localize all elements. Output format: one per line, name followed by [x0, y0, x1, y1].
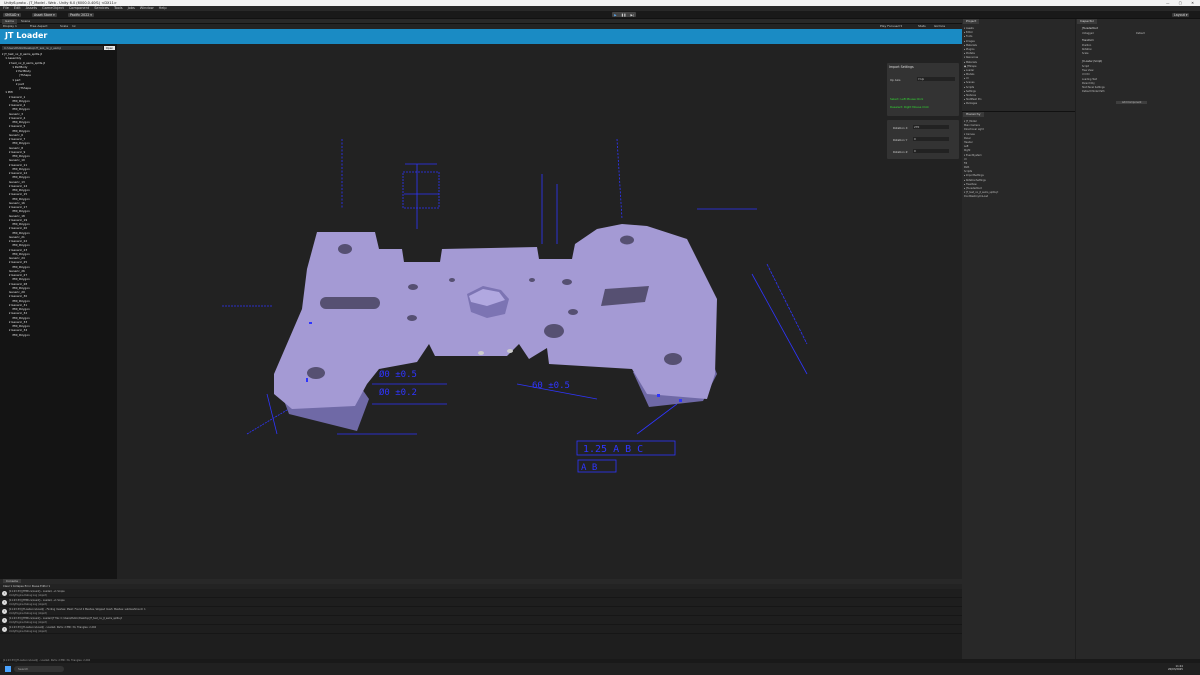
transform-header[interactable]: Transform [1082, 39, 1094, 42]
info-icon: i [2, 591, 7, 596]
tab-inspector[interactable]: Inspector [1077, 19, 1097, 24]
add-component-button[interactable]: Add Component [1116, 101, 1148, 104]
pause-icon[interactable]: ❚❚ [621, 13, 626, 17]
select-hint: Select: Left Mouse Click [890, 97, 924, 101]
editor-right-area: Project ▾ Assets ▸ Editor ▸ Fonts ▸ Imag… [962, 19, 1200, 659]
inspector-object-name[interactable]: JTLoaderRoot [1082, 27, 1098, 30]
project-panel: Project ▾ Assets ▸ Editor ▸ Fonts ▸ Imag… [962, 19, 1075, 111]
file-path-input[interactable] [2, 46, 103, 50]
rotation-y-label: Rotation Y [893, 138, 908, 142]
rotation-z-input[interactable]: 0 [913, 149, 949, 153]
rotation-x-input[interactable]: 270 [913, 125, 949, 129]
play-icon[interactable]: ▶ [614, 13, 616, 17]
tree-node[interactable]: PMI_Polygon [2, 333, 115, 337]
main-toolbar: SMSAD ▾ Asset Store ▾ Pacific 2022 ▾ Lay… [0, 11, 1200, 19]
component-header[interactable]: Jt Loader (Script) [1082, 60, 1102, 63]
tab-project[interactable]: Project [963, 19, 980, 24]
os-taskbar: Search 11:24 20/03/2025 [0, 663, 1200, 675]
step-icon[interactable]: ▶| [630, 13, 633, 17]
import-settings-panel: Import Settings Up Axis Y-Up Select: Lef… [887, 63, 959, 116]
game-view: JT Loader Open ▾ JT_test_nx_jt_asms_spli… [0, 29, 962, 579]
import-settings-title: Import Settings [889, 65, 914, 69]
inspector-tag[interactable]: Untagged [1082, 32, 1094, 35]
jt-loader-header: JT Loader [0, 29, 962, 44]
tree-item[interactable]: ▸ Packages [964, 102, 982, 106]
hierarchy-tree: ▾ JT_Model Main Camera Directional Light… [964, 120, 998, 200]
model-tree-panel: Open ▾ JT_test_nx_jt_asms_splits.jt▾ Ass… [0, 44, 117, 579]
tree-item[interactable]: DontDestroyOnLoad [964, 195, 998, 199]
play-controls: ▶ ❚❚ ▶| [612, 12, 636, 17]
asset-store-button[interactable]: Asset Store ▾ [32, 13, 57, 17]
log-row[interactable]: i [11:23:33] JTPMI.cs/Load() - Loaded, +1… [0, 598, 962, 607]
log-row[interactable]: i [11:23:33] JTPMI.cs/Load() - Loaded JT … [0, 616, 962, 625]
console-controls[interactable]: Clear ▾ Collapse Error Pause Editor ▾ [3, 585, 50, 588]
open-button[interactable]: Open [104, 46, 115, 50]
layout-dropdown[interactable]: Layout ▾ [1172, 13, 1190, 17]
rotation-y-input[interactable]: 0 [913, 137, 949, 141]
pmi-label-1: 1.25 A B C [583, 444, 643, 455]
svg-text:A B: A B [581, 463, 597, 473]
taskbar-clock: 11:24 20/03/2025 [1168, 665, 1183, 671]
info-icon: i [2, 609, 7, 614]
transform-scale: Scale [1082, 52, 1089, 55]
inspector-layer[interactable]: Default [1136, 32, 1145, 35]
pmi-label-4: 60 ±0.5 [532, 381, 570, 391]
tree-item[interactable]: Default Model Path [1082, 90, 1105, 94]
status-text: [11:23:33] JTLoader.cs/Load() - Loaded. … [3, 659, 91, 662]
tab-hierarchy[interactable]: Hierarchy [963, 112, 984, 117]
info-icon: i [2, 618, 7, 623]
log-row[interactable]: i [11:23:33] JTLoader.cs/Load() - Finding… [0, 607, 962, 616]
start-icon[interactable] [5, 666, 11, 672]
console-log: i [11:23:33] JTPMI.cs/Load() - Loaded, +1… [0, 589, 962, 659]
project-tree: ▾ Assets ▸ Editor ▸ Fonts ▸ Images ▸ Mat… [964, 27, 982, 107]
version-button[interactable]: Pacific 2022 ▾ [68, 13, 94, 17]
taskbar-search[interactable]: Search [14, 666, 64, 672]
rotation-panel: Rotation X 270 Rotation Y 0 Rotation Z 0 [887, 120, 959, 159]
3d-viewport[interactable]: 1.25 A B C A B Ø0 ±0.5 Ø0 ±0.2 60 ±0.5 I… [117, 44, 962, 579]
up-axis-dropdown[interactable]: Y-Up [917, 77, 955, 81]
jt-loader-title: JT Loader [5, 31, 48, 40]
up-axis-label: Up Axis [890, 78, 901, 82]
clock-date: 20/03/2025 [1168, 668, 1183, 671]
rotation-x-label: Rotation X [893, 126, 908, 130]
account-button[interactable]: SMSAD ▾ [3, 13, 22, 17]
hierarchy-panel: Hierarchy ▾ JT_Model Main Camera Directi… [962, 111, 1075, 659]
inspector-panel: Inspector JTLoaderRoot Untagged Default … [1076, 19, 1200, 659]
deselect-hint: Deselect: Right Mouse Click [890, 105, 929, 109]
rotation-z-label: Rotation Z [893, 150, 908, 154]
pmi-labels: 1.25 A B C A B Ø0 ±0.5 Ø0 ±0.2 60 ±0.5 [379, 369, 676, 473]
pmi-label-3: Ø0 ±0.2 [379, 387, 417, 398]
model-tree: ▾ JT_test_nx_jt_asms_splits.jt ▾ Assembly… [2, 52, 115, 337]
info-icon: i [2, 600, 7, 605]
log-row[interactable]: i [11:23:33] JTPMI.cs/Load() - Loaded, +1… [0, 589, 962, 598]
transform-rotation: Rotation [1082, 48, 1092, 51]
pmi-label-2: Ø0 ±0.5 [379, 369, 417, 380]
window-title: Unity6.proto - JT_Model - Web - Unity 6.… [4, 1, 117, 5]
log-row[interactable]: i [11:23:33] JTLoader.cs/Load() - Loaded.… [0, 625, 962, 634]
info-icon: i [2, 627, 7, 632]
model-render: 1.25 A B C A B Ø0 ±0.5 Ø0 ±0.2 60 ±0.5 [222, 138, 808, 473]
component-fields: Script Tree View UI Ctrl Loading Text Parent… [1082, 65, 1105, 94]
transform-position: Position [1082, 44, 1092, 47]
tab-console[interactable]: Console [3, 579, 21, 583]
